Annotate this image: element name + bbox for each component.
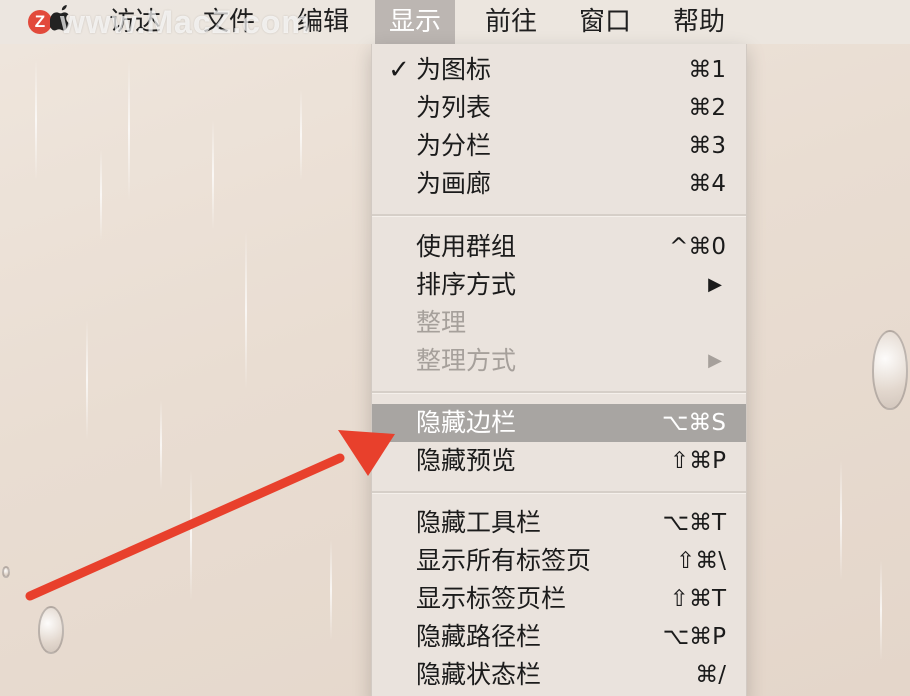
annotation-arrow xyxy=(25,430,395,601)
